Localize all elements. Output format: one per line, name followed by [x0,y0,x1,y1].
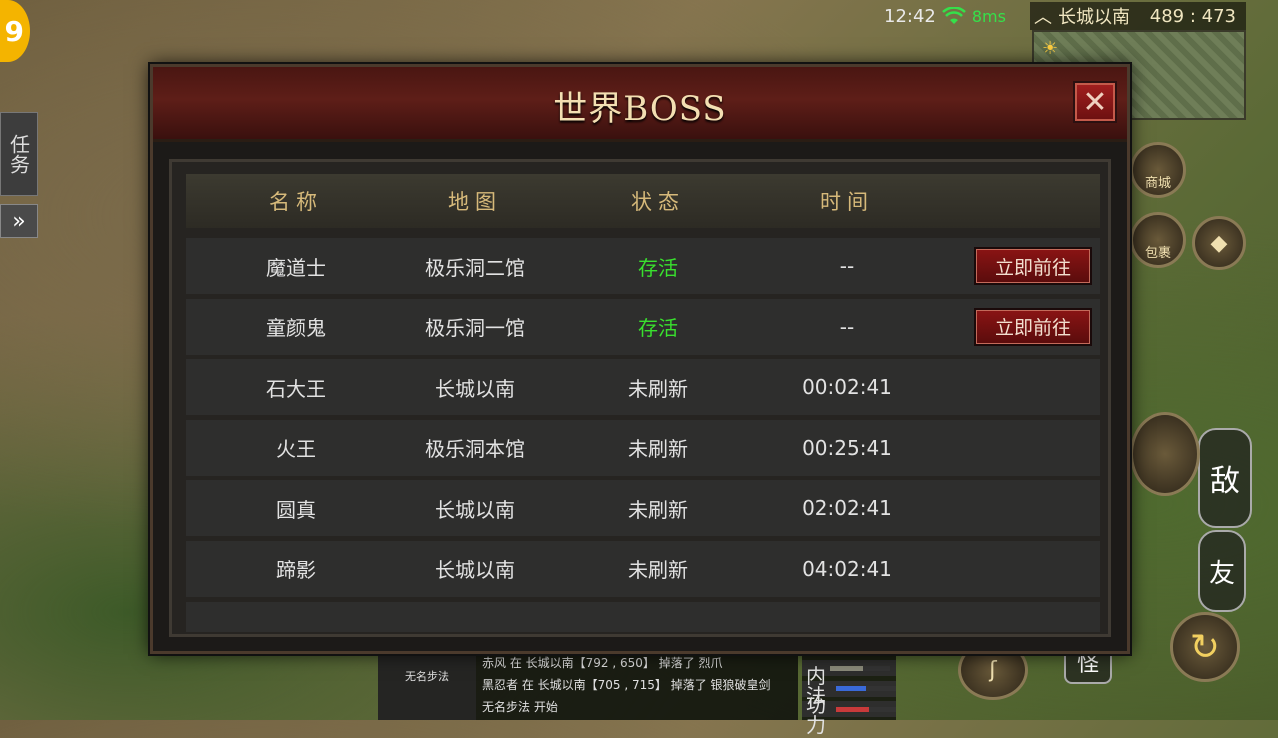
chat-side-tab[interactable]: 无名步法 [378,650,476,720]
chat-side-label: 无名步法 [405,670,449,683]
location-bar[interactable]: ︿ 长城以南 489 : 473 [1030,2,1246,30]
table-row: 蹄影 长城以南 未刷新 04:02:41 [186,540,1100,597]
boss-map: 长城以南 [435,558,515,583]
chat-line: 无名步法 开始 [482,700,558,714]
bag-button[interactable]: 包裹 [1130,212,1186,268]
refresh-icon[interactable]: ↻ [1170,612,1240,682]
close-icon[interactable]: ✕ [1073,81,1117,123]
stats-panel: 内功 法力 [802,650,896,737]
wifi-icon [942,7,966,25]
boss-name: 魔道士 [266,255,326,280]
clock: 12:42 [884,5,936,27]
bag-label: 包裹 [1144,246,1171,261]
table-rows: 魔道士 极乐洞二馆 存活 -- 立即前往 童颜鬼 极乐洞一馆 存活 -- 立即前往 石大王 长城以南未… [186,238,1100,634]
column-header-time: 时间 [820,190,874,214]
shop-label: 商城 [1144,176,1171,191]
world-boss-dialog: 世界BOSS ✕ 名称 地图 状态 时间 魔道士 极乐洞二馆 存活 -- 立即前往 童颜鬼… [150,64,1130,654]
enemy-button[interactable]: 敌 [1198,428,1252,528]
boss-name: 蹄影 [276,558,316,583]
boss-map: 极乐洞二馆 [425,255,525,280]
dialog-title: 世界BOSS [553,89,727,129]
table-header: 名称 地图 状态 时间 [186,174,1100,228]
expand-arrow-icon[interactable]: » [0,204,38,238]
boss-map: 长城以南 [435,376,515,401]
event-badge[interactable]: 9 [0,0,30,62]
boss-map: 极乐洞一馆 [425,316,525,341]
boss-time: 00:02:41 [802,375,892,400]
boss-status: 存活 [638,316,678,341]
column-header-name: 名称 [269,190,323,214]
shop-button[interactable]: 商城 [1130,142,1186,198]
latency: 8ms [971,6,1006,26]
boss-time: -- [839,254,855,278]
action-cell: 立即前往 [922,247,1100,285]
boss-status: 未刷新 [628,376,688,401]
boss-status: 未刷新 [628,497,688,522]
enemy-label: 敌 [1210,464,1240,499]
stat-bar [836,706,869,712]
boss-time: 04:02:41 [802,556,892,581]
table-row: 石大王 长城以南 未刷新 00:02:41 [186,359,1100,416]
chat-line: 黑忍者 在 长城以南【705 , 715】 掉落了 银狼破皇剑 [482,678,771,692]
location-name: 长城以南 [1058,7,1130,28]
friend-button[interactable]: 友 [1198,530,1246,612]
column-header-status: 状态 [631,190,685,214]
boss-table: 名称 地图 状态 时间 魔道士 极乐洞二馆 存活 -- 立即前往 童颜鬼 极乐洞一馆 存活 --… [169,159,1111,637]
stat-label: 法力 [806,684,826,738]
boss-name: 童颜鬼 [266,316,326,341]
boss-name: 石大王 [266,376,326,401]
collapse-arrow-icon[interactable]: ︿ [1034,3,1052,29]
location-coords: 489 : 473 [1149,5,1236,27]
boss-time: 02:02:41 [802,496,892,521]
go-now-button[interactable]: 立即前往 [974,247,1092,285]
boss-name: 火王 [276,437,316,462]
table-row: 火王 极乐洞本馆 未刷新 00:25:41 [186,419,1100,476]
skill-grid-button[interactable]: ◆ [1192,216,1246,270]
table-row: 魔道士 极乐洞二馆 存活 -- 立即前往 [186,238,1100,294]
attack-joystick[interactable] [1130,412,1200,496]
boss-time: 00:25:41 [802,435,892,460]
boss-map: 长城以南 [435,497,515,522]
stat-bar [836,686,866,692]
boss-name: 圆真 [276,497,316,522]
go-now-button[interactable]: 立即前往 [974,307,1092,346]
boss-status: 未刷新 [628,437,688,462]
boss-map: 极乐洞本馆 [425,437,525,462]
stat-bar [830,665,863,671]
dialog-header: 世界BOSS ✕ [153,67,1127,142]
chat-panel[interactable]: 无名步法 赤风 在 长城以南【792 , 650】 掉落了 烈爪 黑忍者 在 长… [378,650,798,720]
column-header-map: 地图 [448,190,502,214]
table-row: 圆真 长城以南 未刷新 02:02:41 [186,480,1100,537]
boss-status: 存活 [638,255,678,280]
friend-label: 友 [1208,558,1235,589]
table-row: 童颜鬼 极乐洞一馆 存活 -- 立即前往 [186,298,1100,355]
action-cell: 立即前往 [922,307,1100,346]
boss-time: -- [839,314,855,339]
grid-icon: ◆ [1210,230,1228,256]
task-tab[interactable]: 任务 [0,112,38,196]
boss-status: 未刷新 [628,558,688,583]
status-bar: 12:42 8ms [884,2,1006,30]
sun-icon: ☀ [1042,38,1059,59]
chat-line: 赤风 在 长城以南【792 , 650】 掉落了 烈爪 [482,656,723,670]
table-row [186,601,1100,632]
